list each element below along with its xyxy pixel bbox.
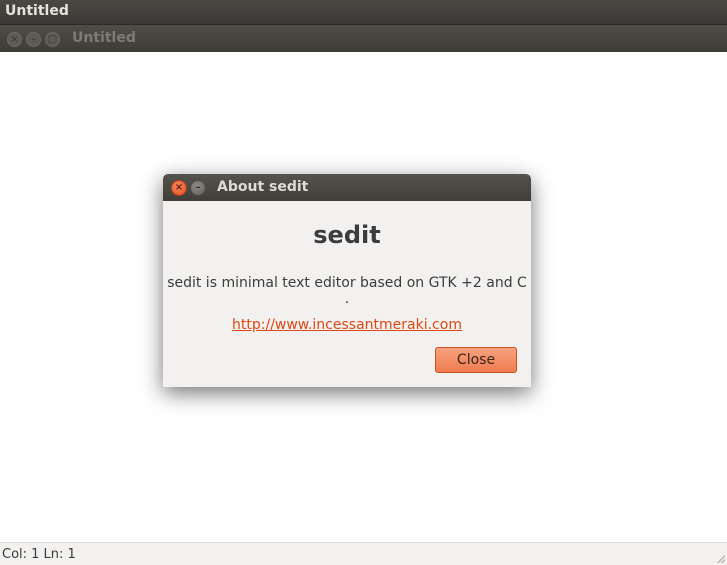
about-dialog-titlebar[interactable]: × – About sedit — [163, 174, 531, 201]
dialog-close-button[interactable]: × — [171, 180, 187, 196]
close-icon: × — [174, 182, 184, 193]
window-minimize-button[interactable]: – — [26, 32, 41, 47]
window-titlebar[interactable]: × – □ Untitled — [0, 25, 727, 52]
resize-grip-icon[interactable] — [715, 553, 725, 563]
maximize-icon: □ — [47, 34, 58, 45]
program-description: sedit is minimal text editor based on GT… — [167, 275, 527, 307]
about-dialog-title: About sedit — [217, 179, 309, 195]
status-bar: Col: 1 Ln: 1 — [0, 542, 727, 565]
window-close-button[interactable]: × — [7, 32, 22, 47]
top-panel: Untitled — [0, 0, 727, 25]
close-button[interactable]: Close — [435, 347, 517, 373]
top-panel-title: Untitled — [5, 3, 69, 19]
window-maximize-button[interactable]: □ — [45, 32, 60, 47]
about-dialog: × – About sedit sedit sedit is minimal t… — [163, 174, 531, 387]
minimize-icon: – — [31, 34, 36, 45]
minimize-icon: – — [195, 182, 201, 193]
website-link[interactable]: http://www.incessantmeraki.com — [163, 317, 531, 333]
cursor-position-status: Col: 1 Ln: 1 — [2, 547, 76, 562]
close-icon: × — [10, 34, 19, 45]
window-title: Untitled — [72, 30, 136, 46]
program-name: sedit — [313, 221, 381, 249]
dialog-minimize-button[interactable]: – — [190, 180, 206, 196]
